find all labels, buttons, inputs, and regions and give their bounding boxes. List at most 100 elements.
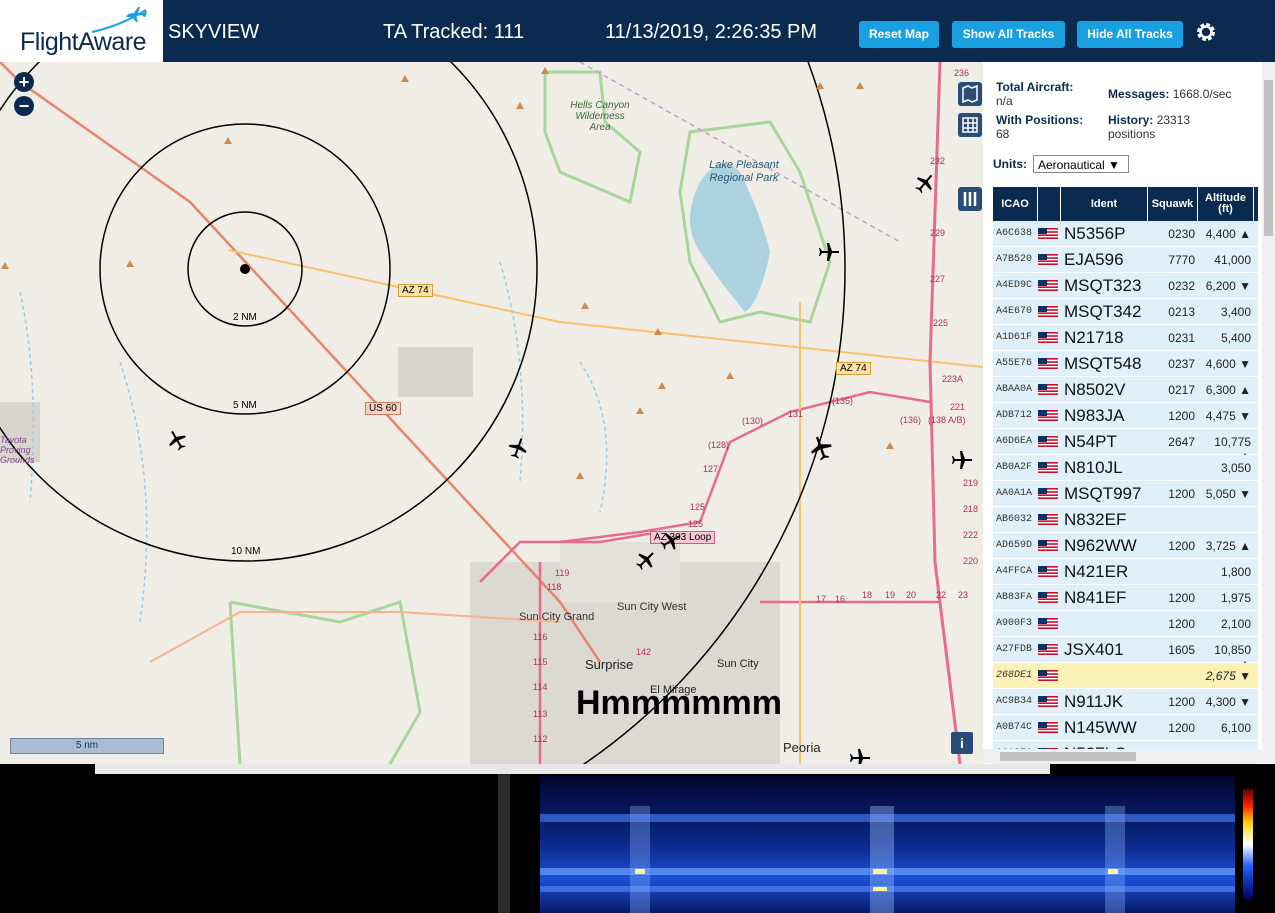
flightaware-logo[interactable]: FlightAware [0, 0, 163, 62]
table-row[interactable]: AB83FA N841EF 1200 1,975 [993, 585, 1258, 611]
ident-cell: N421ER [1064, 562, 1129, 581]
road-label: 115 [533, 657, 548, 667]
squawk-cell: 2647 [1168, 435, 1195, 449]
squawk-cell: 1200 [1168, 695, 1195, 709]
table-row[interactable]: A6C638 N5356P 0230 4,400 ▲ [993, 221, 1258, 247]
ident-cell: MSQT323 [1064, 276, 1142, 295]
table-row[interactable]: AA0A1A MSQT997 1200 5,050 ▼ [993, 481, 1258, 507]
road-label: 221 [950, 402, 966, 412]
table-row[interactable]: A27FDBJSX401160510,850 ▲ [993, 637, 1258, 671]
road-label: 131 [788, 409, 804, 419]
ident-cell: MSQT997 [1064, 484, 1142, 503]
aircraft-icon[interactable] [807, 434, 835, 462]
squawk-cell: 1200 [1168, 409, 1195, 423]
map-view[interactable]: 2 NM 5 NM 10 NM AZ 74 AZ 74 US 60 AZ 303… [0, 62, 983, 764]
road-label: 114 [533, 682, 548, 692]
zoom-in-button[interactable]: + [14, 72, 34, 92]
place-label: Tayota Proving Grounds [0, 435, 35, 465]
ident-cell: N21718 [1064, 328, 1124, 347]
ident-cell: N841EF [1064, 588, 1127, 607]
road-label: 127 [703, 464, 719, 474]
squawk-cell: 0231 [1168, 331, 1195, 345]
col-altitude[interactable]: Altitude (ft) [1198, 187, 1254, 221]
table-row[interactable]: A7B520 EJA596 7770 41,000 [993, 247, 1258, 273]
ident-cell: N54PT [1064, 432, 1117, 451]
us-flag-icon [1038, 592, 1058, 603]
table-row[interactable]: A4FFCA N421ER 1,800 [993, 559, 1258, 585]
table-row[interactable]: 268DE1 2,675 ▼ [993, 663, 1258, 689]
table-row[interactable]: AB0A2F N810JL 3,050 [993, 455, 1258, 481]
road-label: 125 [690, 502, 706, 512]
table-row[interactable]: A1D61F N21718 0231 5,400 [993, 325, 1258, 351]
table-row[interactable]: A0B74C N145WW 1200 6,100 [993, 715, 1258, 741]
info-button[interactable]: i [951, 732, 973, 754]
col-flag[interactable] [1038, 187, 1061, 221]
icao-cell: AC9B34 [996, 696, 1033, 707]
road-label: 19 [885, 590, 896, 600]
table-row[interactable]: AC9B34 N911JK 1200 4,300 ▼ [993, 689, 1258, 715]
aircraft-panel: Total Aircraft: n/a With Positions: 68 Mes… [983, 62, 1275, 764]
ident-cell: MSQT342 [1064, 302, 1142, 321]
table-row[interactable]: ABAA0A N8502V 0217 6,300 ▲ [993, 377, 1258, 403]
table-row[interactable]: ADB712 N983JA 1200 4,475 ▼ [993, 403, 1258, 429]
col-squawk[interactable]: Squawk [1148, 187, 1198, 221]
aircraft-icon[interactable] [913, 171, 937, 195]
place-label: Lake Pleasant Regional Park [709, 159, 779, 184]
us-flag-icon [1038, 358, 1058, 369]
gear-icon[interactable] [1194, 20, 1218, 44]
road-label: AZ 74 [398, 284, 433, 297]
altitude-cell: 2,675 ▼ [1205, 669, 1251, 683]
aircraft-icon[interactable] [950, 448, 974, 472]
grid-icon[interactable] [958, 113, 982, 137]
panel-divider[interactable] [498, 774, 510, 913]
map-layers-icon[interactable] [958, 82, 982, 106]
aircraft-icon[interactable] [848, 746, 872, 764]
table-row[interactable]: A4ED9C MSQT323 0232 6,200 ▼ [993, 273, 1258, 299]
col-icao[interactable]: ICAO [993, 187, 1038, 221]
us-flag-icon [1038, 384, 1058, 395]
altitude-cell: 4,600 ▼ [1205, 357, 1251, 371]
table-row[interactable]: A900F3 1200 2,100 [993, 611, 1258, 637]
place-label: Hells Canyon Wilderness Area [570, 100, 630, 133]
show-all-tracks-button[interactable]: Show All Tracks [952, 21, 1065, 48]
hide-all-tracks-button[interactable]: Hide All Tracks [1077, 21, 1183, 48]
columns-icon[interactable] [958, 187, 982, 211]
map-scale: 5 nm [10, 738, 164, 754]
table-row[interactable]: A6D6EAN54PT264710,775 ▲ [993, 429, 1258, 463]
aircraft-icon[interactable] [506, 436, 530, 460]
aircraft-icon[interactable] [634, 548, 658, 572]
road-label: 119 [555, 568, 570, 578]
us-flag-icon [1038, 618, 1058, 629]
altitude-cell: 3,400 [1220, 305, 1251, 319]
road-label: 23 [958, 590, 969, 600]
datetime: 11/13/2019, 2:26:35 PM [605, 21, 818, 43]
table-row[interactable]: AB6032 N832EF [993, 507, 1258, 533]
scrollbar-thumb[interactable] [1000, 752, 1136, 761]
icao-cell: A4E670 [996, 306, 1033, 317]
ident-cell: N145WW [1064, 718, 1137, 737]
col-ident[interactable]: Ident [1061, 187, 1148, 221]
road-label: 18 [862, 590, 873, 600]
icao-cell: ABAA0A [996, 384, 1033, 395]
us-flag-icon [1038, 228, 1058, 239]
scrollbar-thumb[interactable] [1264, 80, 1273, 236]
icao-cell: AD659D [996, 540, 1033, 551]
color-scale-bar [1243, 789, 1253, 899]
reset-map-button[interactable]: Reset Map [859, 21, 939, 48]
road-label: (130) [742, 416, 764, 426]
aircraft-icon[interactable] [659, 529, 683, 553]
table-row[interactable]: A4E670 MSQT342 0213 3,400 [993, 299, 1258, 325]
icao-cell: AB0A2F [996, 462, 1033, 473]
zoom-out-button[interactable]: − [14, 96, 34, 116]
altitude-cell: 1,975 [1220, 591, 1251, 605]
road-label: 227 [930, 274, 946, 284]
aircraft-icon[interactable] [817, 240, 841, 264]
table-row[interactable]: A55E76 MSQT548 0237 4,600 ▼ [993, 351, 1258, 377]
spectrum-window [0, 764, 1275, 913]
aircraft-icon[interactable] [165, 428, 189, 452]
icao-cell: A27FDB [996, 644, 1033, 655]
us-flag-icon [1038, 566, 1058, 577]
logo-text: FlightAware [20, 28, 147, 56]
table-row[interactable]: AD659D N962WW 1200 3,725 ▲ [993, 533, 1258, 559]
units-select[interactable]: Aeronautical ▼ [1033, 155, 1129, 173]
